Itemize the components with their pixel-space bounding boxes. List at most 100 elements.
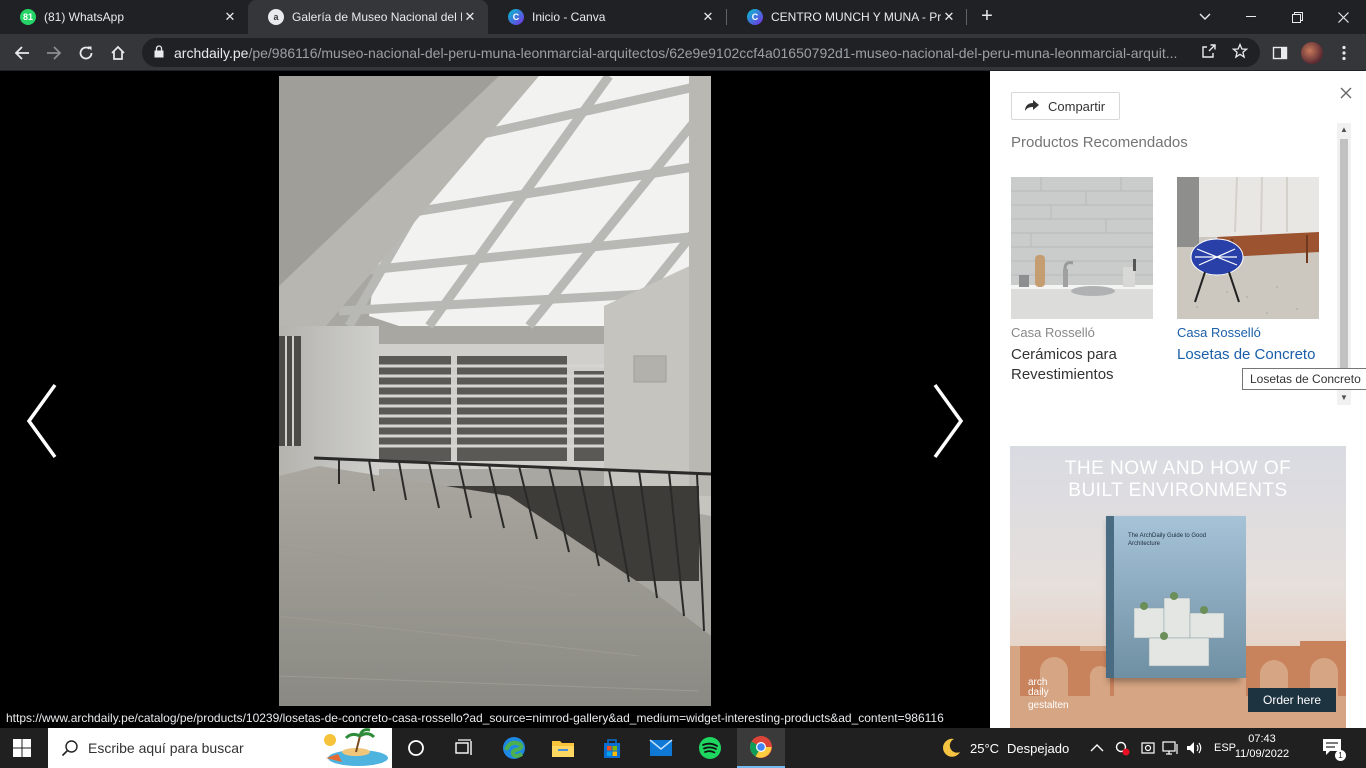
product-tooltip: Losetas de Concreto [1242, 368, 1366, 390]
gallery-viewer [0, 71, 990, 728]
browser-menu-button[interactable] [1332, 41, 1356, 65]
network-icon [1162, 741, 1178, 755]
store-icon [604, 739, 620, 758]
system-clock[interactable]: 07:43 11/09/2022 [1232, 732, 1292, 762]
chevron-up-icon [1090, 744, 1104, 752]
products-scrollbar[interactable]: ▲ ▼ [1337, 123, 1351, 405]
product-brand: Casa Rosselló [1177, 325, 1261, 340]
volume-button[interactable] [1186, 728, 1204, 768]
action-center-button[interactable]: 1 [1322, 728, 1346, 768]
close-tab-icon[interactable]: ✕ [222, 9, 238, 25]
reload-button[interactable] [74, 41, 98, 65]
weather-temperature: 25°C [970, 740, 1000, 756]
ad-headline: THE NOW AND HOW OF BUILT ENVIRONMENTS [1010, 458, 1346, 502]
tray-app-icon[interactable] [1114, 728, 1130, 768]
tab-separator [966, 9, 967, 25]
side-panel-icon [1272, 46, 1288, 60]
cortana-button[interactable] [392, 728, 440, 768]
product-card[interactable]: Casa Rosselló Cerámicos para Revestimien… [1011, 177, 1153, 385]
new-tab-button[interactable]: + [976, 6, 998, 28]
minimize-button[interactable] [1228, 0, 1274, 34]
share-label: Compartir [1048, 98, 1106, 114]
address-bar[interactable]: archdaily.pe/pe/986116/museo-nacional-de… [142, 38, 1260, 67]
next-photo-button[interactable] [928, 381, 968, 461]
concrete-tiles-patio-image [1177, 177, 1319, 319]
task-view-icon [455, 739, 472, 755]
advertisement-banner[interactable]: THE NOW AND HOW OF BUILT ENVIRONMENTS Th… [1010, 446, 1346, 728]
close-tab-icon[interactable]: ✕ [941, 9, 957, 25]
windows-logo-icon [13, 739, 31, 757]
url-text: archdaily.pe/pe/986116/museo-nacional-de… [174, 45, 1184, 61]
spotify-app[interactable] [686, 728, 734, 768]
close-window-button[interactable] [1320, 0, 1366, 34]
crescent-moon-icon [943, 738, 960, 757]
product-brand: Casa Rosselló [1011, 325, 1095, 340]
side-panel-button[interactable] [1268, 41, 1292, 65]
share-button[interactable]: Compartir [1011, 92, 1120, 120]
minimize-icon [1246, 16, 1256, 17]
tab-canva-centro-munch[interactable]: C CENTRO MUNCH Y MUNA - Presentación ✕ [727, 0, 967, 34]
tab-strip: 81 (81) WhatsApp ✕ a Galería de Museo Na… [0, 0, 1366, 34]
search-placeholder: Escribe aquí para buscar [88, 740, 244, 756]
tab-title: Inicio - Canva [532, 10, 606, 24]
close-icon [1337, 11, 1349, 23]
logo-line3: gestalten [1028, 700, 1069, 711]
share-icon [1025, 100, 1039, 111]
spotify-icon [699, 737, 721, 759]
folder-icon [552, 741, 574, 757]
chrome-app[interactable] [737, 728, 785, 768]
product-image [1011, 177, 1153, 319]
edge-icon [503, 737, 525, 759]
tab-title: CENTRO MUNCH Y MUNA - Presentación [771, 10, 941, 24]
previous-photo-button[interactable] [22, 381, 62, 461]
weather-widget[interactable]: 25°C Despejado [940, 728, 1069, 768]
restore-button[interactable] [1274, 0, 1320, 34]
tab-canva-inicio[interactable]: C Inicio - Canva ✕ [488, 0, 726, 34]
profile-avatar[interactable] [1301, 42, 1323, 64]
notification-count-badge: 1 [1335, 750, 1346, 761]
start-button[interactable] [13, 739, 31, 757]
book-building-illustration [1133, 592, 1225, 667]
order-here-button[interactable]: Order here [1248, 688, 1336, 712]
tab-archdaily[interactable]: a Galería de Museo Nacional del Perú ✕ [248, 0, 488, 34]
home-icon [111, 45, 125, 60]
bookmark-star-icon[interactable] [1230, 42, 1250, 63]
tab-title: (81) WhatsApp [44, 10, 125, 24]
search-icon [61, 740, 78, 757]
back-button[interactable] [10, 41, 34, 65]
product-name[interactable]: Cerámicos para Revestimientos [1011, 345, 1153, 385]
restore-icon [1291, 11, 1303, 23]
microsoft-store-app[interactable] [588, 728, 636, 768]
close-tab-icon[interactable]: ✕ [462, 9, 478, 25]
close-icon [1340, 87, 1352, 99]
weather-description: Despejado [1007, 740, 1070, 756]
product-card[interactable]: Casa Rosselló Losetas de Concreto [1177, 177, 1319, 365]
gallery-photo [279, 76, 711, 706]
link-status-bar: https://www.archdaily.pe/catalog/pe/prod… [0, 708, 950, 728]
scrollbar-thumb[interactable] [1340, 139, 1348, 371]
logo-line2: daily [1028, 687, 1049, 698]
edge-app[interactable] [490, 728, 538, 768]
windows-taskbar: Escribe aquí para buscar 25°C Despejado [0, 728, 1366, 768]
more-vertical-icon [1342, 45, 1346, 61]
file-explorer-app[interactable] [539, 728, 587, 768]
forward-button[interactable] [42, 41, 66, 65]
tab-search-button[interactable] [1182, 0, 1228, 34]
close-gallery-button[interactable] [1340, 83, 1352, 104]
mail-app[interactable] [637, 728, 685, 768]
home-button[interactable] [106, 41, 130, 65]
scroll-up-icon[interactable]: ▲ [1340, 125, 1348, 134]
taskbar-search-box[interactable]: Escribe aquí para buscar [48, 728, 392, 768]
speaker-icon [1187, 742, 1202, 754]
task-view-button[interactable] [440, 728, 488, 768]
close-tab-icon[interactable]: ✕ [700, 9, 716, 25]
scroll-down-icon[interactable]: ▼ [1340, 393, 1348, 402]
meet-now-icon-button[interactable] [1140, 728, 1156, 768]
tab-whatsapp[interactable]: 81 (81) WhatsApp ✕ [0, 0, 248, 34]
network-button[interactable] [1162, 728, 1180, 768]
show-hidden-icons[interactable] [1090, 728, 1104, 768]
product-name[interactable]: Losetas de Concreto [1177, 345, 1319, 365]
share-page-icon[interactable] [1199, 43, 1219, 63]
chevron-left-icon [26, 383, 57, 459]
gallery-side-panel: Compartir Productos Recomendados Casa Ro… [990, 71, 1366, 728]
